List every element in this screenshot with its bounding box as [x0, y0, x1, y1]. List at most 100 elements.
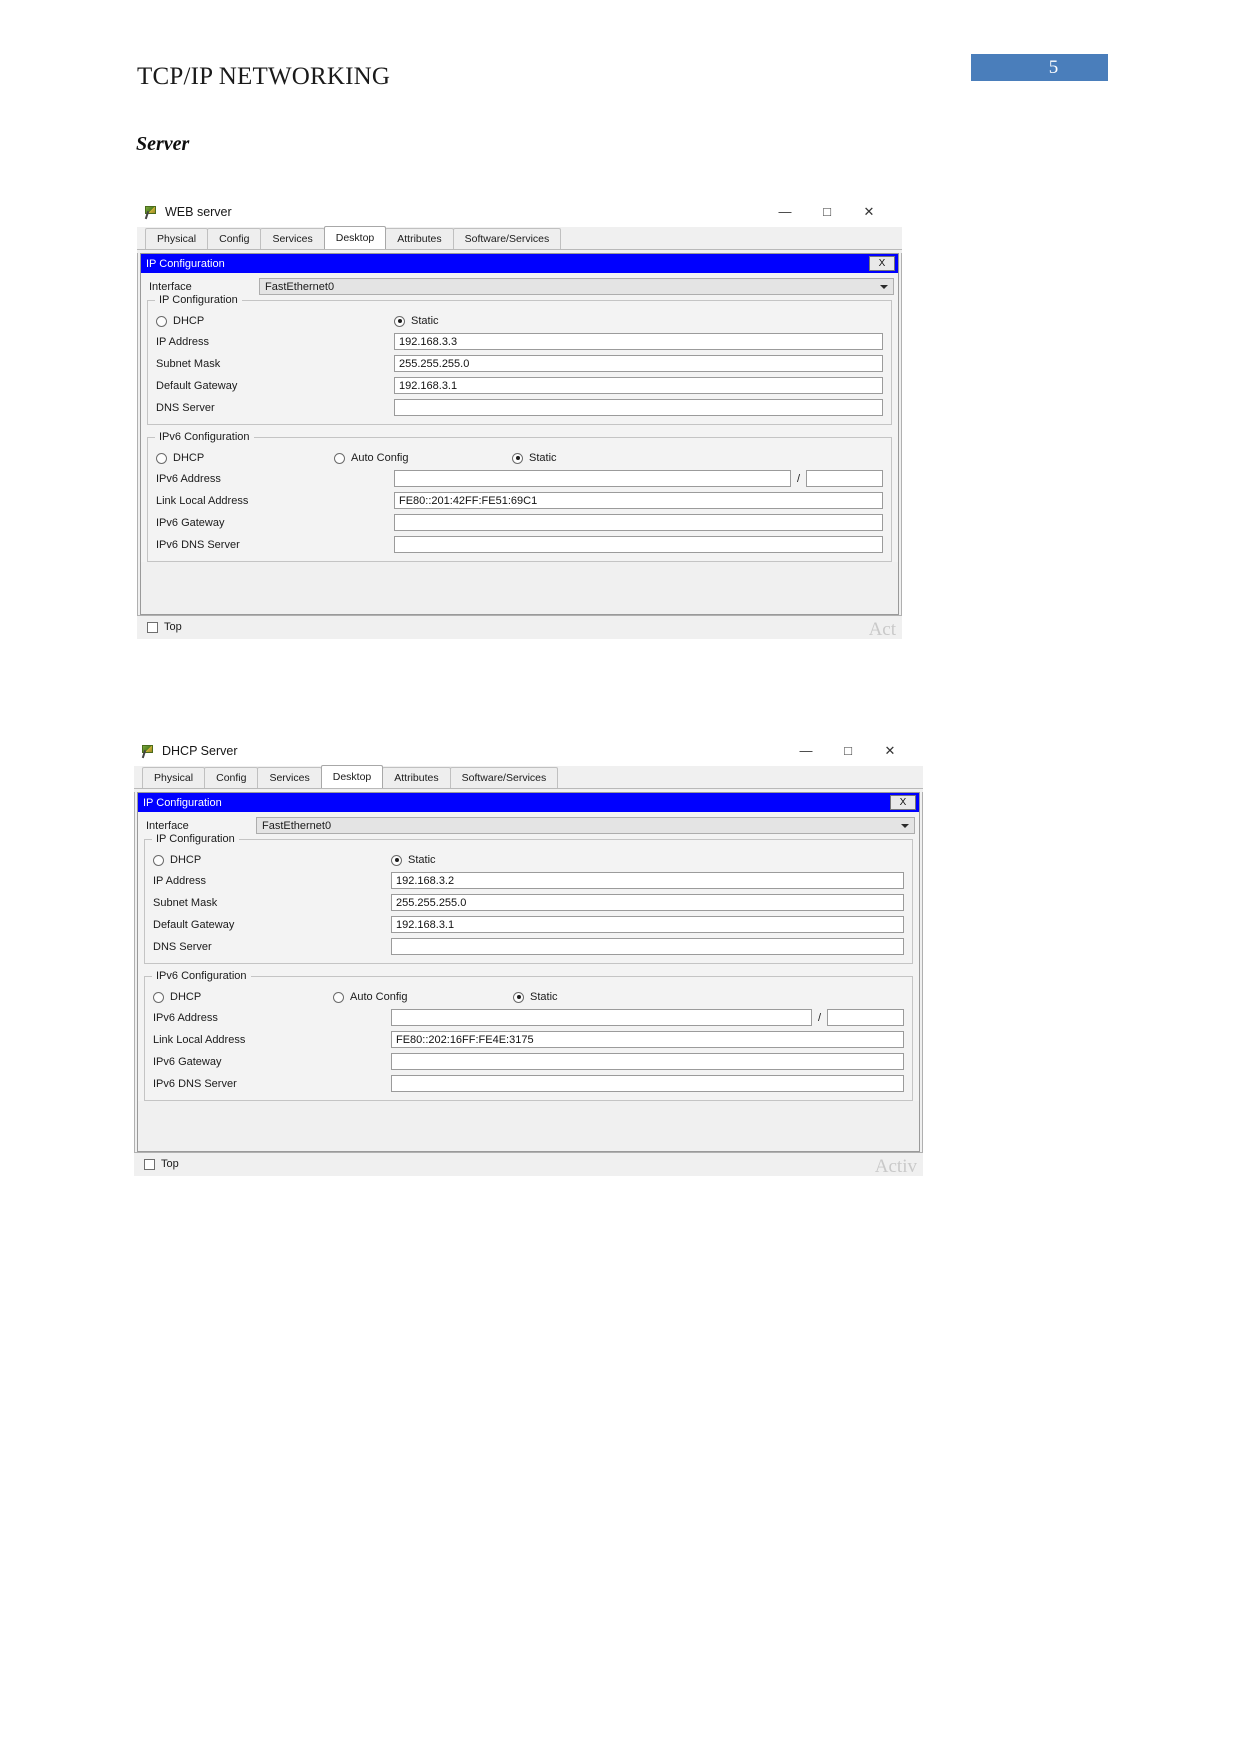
- ipv4-mode-row: DHCP Static: [153, 840, 904, 872]
- interface-select[interactable]: FastEthernet0: [259, 278, 894, 295]
- default-gateway-input[interactable]: 192.168.3.1: [394, 377, 883, 394]
- activation-watermark: Act: [868, 619, 896, 640]
- dhcp-server-footer: Top Activ: [134, 1153, 923, 1177]
- dialog-close-button[interactable]: X: [869, 256, 895, 271]
- dns-server-input[interactable]: [394, 399, 883, 416]
- tab-attributes[interactable]: Attributes: [385, 228, 454, 249]
- maximize-icon[interactable]: □: [827, 741, 869, 761]
- ipv6-static-label: Static: [529, 452, 557, 464]
- web-server-title: WEB server: [165, 205, 232, 219]
- ipv4-mode-row: DHCP Static: [156, 301, 883, 333]
- maximize-icon[interactable]: □: [806, 202, 848, 222]
- dialog-close-button[interactable]: X: [890, 795, 916, 810]
- tab-config[interactable]: Config: [204, 767, 259, 788]
- interface-row: Interface FastEthernet0: [138, 812, 919, 837]
- dns-server-input[interactable]: [391, 938, 904, 955]
- ipv6-address-input[interactable]: [394, 470, 791, 487]
- default-gateway-input[interactable]: 192.168.3.1: [391, 916, 904, 933]
- ipv6-address-input[interactable]: [391, 1009, 812, 1026]
- ipv4-static-radio[interactable]: Static: [394, 315, 439, 327]
- ipv4-group: IP Configuration DHCP Static IP Address …: [144, 833, 913, 964]
- link-local-input[interactable]: FE80::202:16FF:FE4E:3175: [391, 1031, 904, 1048]
- tabstrip: Physical Config Services Desktop Attribu…: [137, 226, 902, 250]
- subnet-mask-row: Subnet Mask 255.255.255.0: [156, 355, 883, 372]
- default-gateway-row: Default Gateway 192.168.3.1: [156, 377, 883, 394]
- ip-address-input[interactable]: 192.168.3.3: [394, 333, 883, 350]
- top-checkbox[interactable]: [144, 1158, 155, 1170]
- link-local-row: Link Local Address FE80::202:16FF:FE4E:3…: [153, 1031, 904, 1048]
- prefix-separator: /: [796, 472, 800, 485]
- ipv6-prefix-input[interactable]: [806, 470, 883, 487]
- section-heading: Server: [136, 133, 190, 155]
- link-local-input[interactable]: FE80::201:42FF:FE51:69C1: [394, 492, 883, 509]
- tab-services[interactable]: Services: [260, 228, 325, 249]
- interface-value: FastEthernet0: [262, 819, 332, 832]
- ipv4-static-label: Static: [408, 854, 436, 866]
- ipv6-mode-row: DHCP Auto Config Static: [153, 977, 904, 1009]
- ipv6-dns-input[interactable]: [394, 536, 883, 553]
- ip-configuration-title: IP Configuration: [146, 257, 225, 270]
- ip-address-row: IP Address 192.168.3.3: [156, 333, 883, 350]
- ip-address-label: IP Address: [156, 335, 209, 348]
- ipv6-gateway-row: IPv6 Gateway: [153, 1053, 904, 1070]
- radio-indicator: [153, 991, 164, 1003]
- minimize-icon[interactable]: —: [764, 202, 806, 222]
- desktop-panel: IP Configuration X Interface FastEtherne…: [134, 792, 923, 1153]
- window-controls: — □ ✕: [764, 202, 902, 222]
- ipv6-static-radio[interactable]: Static: [512, 452, 557, 464]
- device-icon: [144, 205, 158, 220]
- ipv6-gateway-label: IPv6 Gateway: [156, 516, 225, 529]
- ip-configuration-titlebar: IP Configuration X: [141, 254, 898, 273]
- device-icon: [141, 744, 155, 759]
- subnet-mask-input[interactable]: 255.255.255.0: [394, 355, 883, 372]
- ipv6-gateway-input[interactable]: [391, 1053, 904, 1070]
- ipv4-group-legend: IP Configuration: [152, 833, 239, 845]
- tab-software-services[interactable]: Software/Services: [449, 767, 559, 788]
- tab-desktop[interactable]: Desktop: [320, 765, 384, 788]
- radio-indicator: [156, 452, 167, 464]
- ipv6-dhcp-label: DHCP: [170, 991, 202, 1003]
- ipv6-autoconfig-radio[interactable]: Auto Config: [333, 991, 513, 1003]
- ipv4-static-radio[interactable]: Static: [391, 854, 436, 866]
- web-server-window: WEB server — □ ✕ Physical Config Service…: [137, 197, 902, 640]
- ipv6-static-radio[interactable]: Static: [513, 991, 558, 1003]
- minimize-icon[interactable]: —: [785, 741, 827, 761]
- radio-indicator: [333, 991, 344, 1003]
- subnet-mask-label: Subnet Mask: [153, 896, 218, 909]
- default-gateway-label: Default Gateway: [153, 918, 235, 931]
- tab-physical[interactable]: Physical: [145, 228, 209, 249]
- ipv6-autoconfig-radio[interactable]: Auto Config: [334, 452, 512, 464]
- ip-address-input[interactable]: 192.168.3.2: [391, 872, 904, 889]
- link-local-row: Link Local Address FE80::201:42FF:FE51:6…: [156, 492, 883, 509]
- interface-select[interactable]: FastEthernet0: [256, 817, 915, 834]
- ipv4-dhcp-radio[interactable]: DHCP: [156, 315, 394, 327]
- top-checkbox[interactable]: [147, 621, 158, 633]
- ipv6-dhcp-radio[interactable]: DHCP: [156, 452, 334, 464]
- ipv6-prefix-input[interactable]: [827, 1009, 904, 1026]
- tab-desktop[interactable]: Desktop: [323, 226, 387, 249]
- subnet-mask-input[interactable]: 255.255.255.0: [391, 894, 904, 911]
- ipv4-dhcp-label: DHCP: [170, 854, 202, 866]
- ip-address-label: IP Address: [153, 874, 206, 887]
- ipv6-autoconfig-label: Auto Config: [351, 452, 409, 464]
- ipv6-dns-label: IPv6 DNS Server: [153, 1077, 237, 1090]
- ipv6-gateway-input[interactable]: [394, 514, 883, 531]
- ipv4-static-label: Static: [411, 315, 439, 327]
- ipv6-dhcp-radio[interactable]: DHCP: [153, 991, 333, 1003]
- tab-software-services[interactable]: Software/Services: [452, 228, 562, 249]
- tab-services[interactable]: Services: [257, 767, 322, 788]
- web-server-footer: Top Act: [137, 616, 902, 640]
- ip-address-row: IP Address 192.168.3.2: [153, 872, 904, 889]
- close-icon[interactable]: ✕: [848, 202, 890, 222]
- ip-configuration-title: IP Configuration: [143, 796, 222, 809]
- ipv6-gateway-label: IPv6 Gateway: [153, 1055, 222, 1068]
- dialog-filler: [141, 562, 898, 614]
- tab-attributes[interactable]: Attributes: [382, 767, 451, 788]
- tab-physical[interactable]: Physical: [142, 767, 206, 788]
- close-icon[interactable]: ✕: [869, 741, 911, 761]
- default-gateway-row: Default Gateway 192.168.3.1: [153, 916, 904, 933]
- tab-config[interactable]: Config: [207, 228, 262, 249]
- ipv4-dhcp-radio[interactable]: DHCP: [153, 854, 391, 866]
- ipv6-dns-input[interactable]: [391, 1075, 904, 1092]
- prefix-separator: /: [817, 1011, 821, 1024]
